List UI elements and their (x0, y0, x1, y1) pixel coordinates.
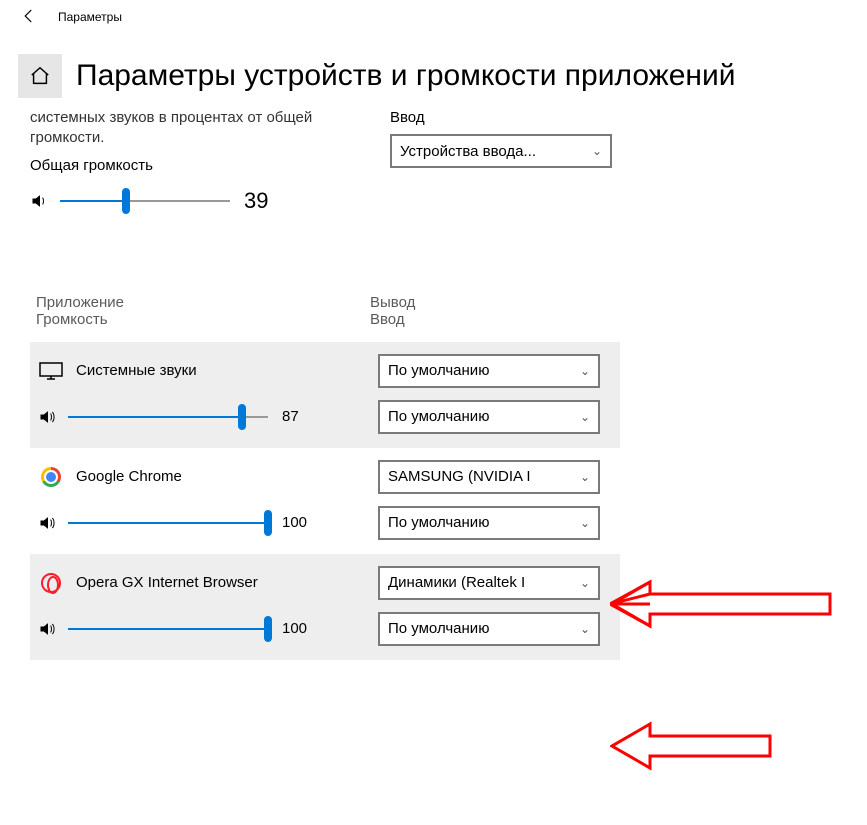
column-header-input: Ввод (370, 311, 415, 328)
input-device-combo[interactable]: По умолчанию ⌄ (378, 612, 600, 646)
app-row: Google Chrome SAMSUNG (NVIDIA I ⌄ 100 По умо… (30, 448, 620, 554)
input-device-combo[interactable]: По умолчанию ⌄ (378, 400, 600, 434)
description-text: системных звуков в процентах от общей гр… (30, 108, 360, 149)
home-button[interactable] (18, 54, 62, 98)
chevron-down-icon: ⌄ (580, 622, 590, 636)
chevron-down-icon: ⌄ (580, 364, 590, 378)
app-volume-slider[interactable] (68, 617, 268, 641)
input-device-value: По умолчанию (388, 620, 489, 637)
chevron-down-icon: ⌄ (580, 516, 590, 530)
master-volume-value: 39 (244, 188, 284, 214)
chevron-down-icon: ⌄ (580, 410, 590, 424)
page-title: Параметры устройств и громкости приложен… (76, 59, 736, 93)
app-volume-value: 87 (282, 408, 316, 425)
output-device-value: По умолчанию (388, 362, 489, 379)
chevron-down-icon: ⌄ (580, 576, 590, 590)
column-header-output: Вывод (370, 294, 415, 311)
app-name: Системные звуки (76, 362, 197, 379)
app-volume-value: 100 (282, 514, 316, 531)
app-name: Google Chrome (76, 468, 182, 485)
input-device-value: Устройства ввода... (400, 143, 536, 160)
output-device-combo[interactable]: По умолчанию ⌄ (378, 354, 600, 388)
input-device-combo[interactable]: Устройства ввода... ⌄ (390, 134, 612, 168)
input-device-value: По умолчанию (388, 514, 489, 531)
column-header-app: Приложение (36, 294, 370, 311)
app-volume-slider[interactable] (68, 511, 268, 535)
master-volume-slider[interactable] (60, 189, 230, 213)
input-device-combo[interactable]: По умолчанию ⌄ (378, 506, 600, 540)
app-row: Системные звуки По умолчанию ⌄ 87 По умолчан… (30, 342, 620, 448)
chrome-icon (38, 467, 64, 487)
chevron-down-icon: ⌄ (580, 470, 590, 484)
output-device-value: Динамики (Realtek I (388, 574, 525, 591)
master-volume-label: Общая громкость (30, 157, 360, 174)
opera-icon (38, 573, 64, 593)
chevron-down-icon: ⌄ (592, 144, 602, 158)
app-row: Opera GX Internet Browser Динамики (Realt… (30, 554, 620, 660)
speaker-icon[interactable] (38, 407, 60, 427)
window-title: Параметры (58, 10, 122, 24)
output-device-combo[interactable]: SAMSUNG (NVIDIA I ⌄ (378, 460, 600, 494)
speaker-icon[interactable] (38, 619, 60, 639)
app-volume-value: 100 (282, 620, 316, 637)
back-button[interactable] (12, 3, 46, 32)
monitor-icon (38, 361, 64, 381)
input-section-label: Ввод (390, 108, 630, 128)
app-volume-slider[interactable] (68, 405, 268, 429)
app-name: Opera GX Internet Browser (76, 574, 258, 591)
input-device-value: По умолчанию (388, 408, 489, 425)
column-header-volume: Громкость (36, 311, 370, 328)
speaker-icon[interactable] (38, 513, 60, 533)
output-device-value: SAMSUNG (NVIDIA I (388, 468, 531, 485)
speaker-icon[interactable] (30, 191, 52, 211)
output-device-combo[interactable]: Динамики (Realtek I ⌄ (378, 566, 600, 600)
